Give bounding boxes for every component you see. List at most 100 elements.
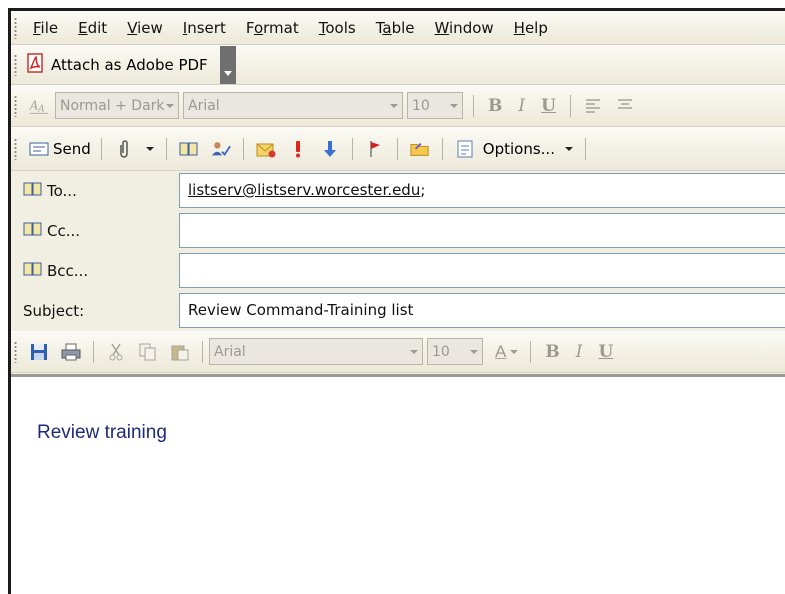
- subject-label: Subject:: [23, 302, 85, 320]
- cc-button[interactable]: Cc...: [11, 221, 178, 241]
- toolbar-grip[interactable]: [14, 16, 19, 39]
- to-field[interactable]: listserv@listserv.worcester.edu;: [179, 173, 785, 208]
- bcc-row: Bcc...: [11, 251, 785, 291]
- attach-as-pdf-button[interactable]: Attach as Adobe PDF: [23, 50, 212, 80]
- menu-help[interactable]: Help: [514, 19, 548, 37]
- toolbar-separator: [93, 340, 94, 363]
- folder-icon[interactable]: [410, 139, 430, 159]
- font-combo-value: Arial: [188, 97, 220, 114]
- send-toolbar: Send Options...: [11, 127, 785, 171]
- chevron-down-icon[interactable]: [145, 146, 154, 151]
- body-font-size-combo-value: 10: [432, 343, 450, 360]
- copy-icon[interactable]: [138, 342, 158, 362]
- align-center-icon[interactable]: [615, 96, 635, 116]
- menu-file[interactable]: File: [33, 19, 58, 37]
- toolbar-separator: [351, 137, 353, 160]
- message-body[interactable]: Review training: [11, 374, 785, 594]
- svg-text:A: A: [29, 98, 38, 112]
- body-underline-button[interactable]: U: [598, 342, 613, 362]
- options-button[interactable]: Options...: [449, 139, 579, 159]
- toolbar-separator: [584, 137, 586, 160]
- styles-icon[interactable]: AA: [29, 96, 49, 116]
- address-book-icon: [23, 261, 43, 281]
- body-bold-button[interactable]: B: [545, 342, 559, 362]
- toolbar-grip[interactable]: [14, 53, 19, 76]
- importance-high-icon[interactable]: [288, 139, 308, 159]
- paste-icon[interactable]: [170, 342, 190, 362]
- pdf-toolbar: Attach as Adobe PDF: [11, 45, 785, 85]
- toolbar-separator: [202, 340, 203, 363]
- toolbar-overflow-button[interactable]: [219, 45, 236, 84]
- to-button[interactable]: To...: [11, 181, 178, 201]
- chevron-down-icon: [390, 104, 398, 108]
- paperclip-icon[interactable]: [114, 139, 134, 159]
- chevron-down-icon[interactable]: [510, 349, 519, 354]
- chevron-down-icon: [450, 104, 458, 108]
- adobe-pdf-icon: [27, 52, 45, 77]
- to-recipient[interactable]: listserv@listserv.worcester.edu: [188, 181, 420, 199]
- message-body-text[interactable]: Review training: [37, 422, 167, 444]
- style-combo-value: Normal + Dark: [60, 97, 165, 114]
- toolbar-separator: [100, 137, 102, 160]
- font-size-combo[interactable]: 10: [407, 92, 463, 119]
- toolbar-grip[interactable]: [14, 137, 19, 160]
- menu-table[interactable]: Table: [376, 19, 415, 37]
- body-font-combo-value: Arial: [214, 343, 246, 360]
- align-left-icon[interactable]: [583, 96, 603, 116]
- flag-icon[interactable]: [365, 139, 385, 159]
- toolbar-grip[interactable]: [14, 94, 19, 117]
- send-icon: [29, 139, 49, 159]
- subject-row: Subject: Review Command-Training list: [11, 291, 785, 331]
- subject-field[interactable]: Review Command-Training list: [179, 293, 785, 328]
- toolbar-separator: [242, 137, 244, 160]
- options-icon: [455, 139, 475, 159]
- menu-window[interactable]: Window: [435, 19, 494, 37]
- body-font-combo[interactable]: Arial: [209, 338, 423, 365]
- address-book-icon: [23, 181, 43, 201]
- menu-format[interactable]: Format: [246, 19, 299, 37]
- menu-edit[interactable]: Edit: [78, 19, 107, 37]
- font-size-combo-value: 10: [412, 97, 430, 114]
- toolbar-separator: [165, 137, 167, 160]
- address-book-icon: [23, 221, 43, 241]
- font-combo[interactable]: Arial: [183, 92, 403, 119]
- bcc-label: Bcc...: [47, 262, 89, 280]
- chevron-down-icon: [410, 350, 418, 354]
- bold-button[interactable]: B: [488, 96, 502, 116]
- body-font-size-combo[interactable]: 10: [427, 338, 483, 365]
- toolbar-separator: [473, 94, 474, 117]
- cc-field[interactable]: [179, 213, 785, 248]
- menu-view[interactable]: View: [127, 19, 163, 37]
- bcc-button[interactable]: Bcc...: [11, 261, 178, 281]
- save-icon[interactable]: [29, 342, 49, 362]
- send-label: Send: [53, 139, 91, 158]
- body-toolbar: Arial 10 A B I U: [11, 331, 785, 373]
- print-icon[interactable]: [61, 342, 81, 362]
- to-label: To...: [47, 182, 77, 200]
- menu-tools[interactable]: Tools: [319, 19, 356, 37]
- italic-button[interactable]: I: [518, 96, 525, 116]
- style-combo[interactable]: Normal + Dark: [55, 92, 179, 119]
- check-names-icon[interactable]: [211, 139, 231, 159]
- formatting-toolbar: AA Normal + Dark Arial 10 B I U: [11, 85, 785, 127]
- chevron-down-icon: [564, 146, 573, 151]
- menu-insert[interactable]: Insert: [183, 19, 226, 37]
- toolbar-grip[interactable]: [14, 340, 19, 363]
- address-book-icon[interactable]: [179, 139, 199, 159]
- chevron-down-icon: [166, 104, 174, 108]
- menu-bar: File Edit View Insert Format Tools Table Window…: [11, 11, 785, 45]
- toolbar-separator: [441, 137, 443, 160]
- body-italic-button[interactable]: I: [576, 342, 583, 362]
- toolbar-separator: [396, 137, 398, 160]
- underline-button[interactable]: U: [541, 96, 556, 116]
- cut-icon[interactable]: [106, 342, 126, 362]
- attach-as-pdf-label: Attach as Adobe PDF: [51, 55, 208, 74]
- envelope-icon[interactable]: [256, 139, 276, 159]
- cc-row: Cc...: [11, 211, 785, 251]
- bcc-field[interactable]: [179, 253, 785, 288]
- send-button[interactable]: Send: [23, 139, 95, 159]
- importance-low-icon[interactable]: [320, 139, 340, 159]
- options-label: Options...: [482, 139, 555, 158]
- font-color-button[interactable]: A: [495, 342, 506, 362]
- toolbar-separator: [569, 94, 571, 117]
